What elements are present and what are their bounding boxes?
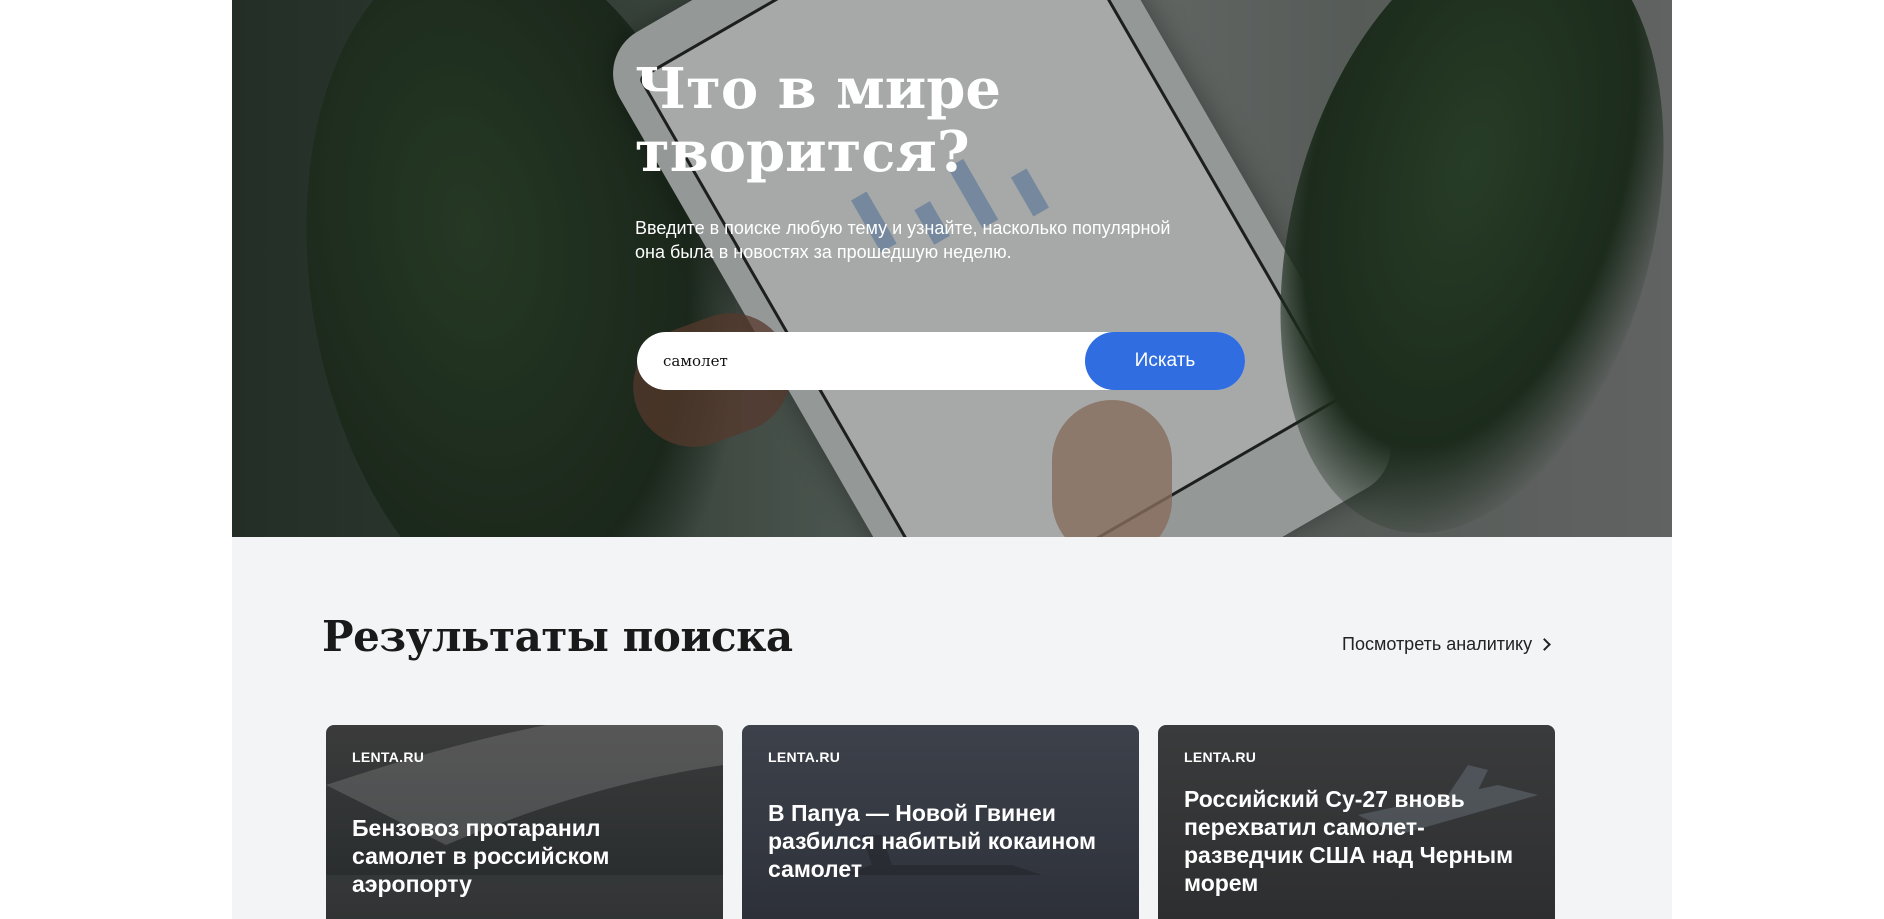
news-source: LENTA.RU	[352, 749, 425, 765]
news-title: Российский Су-27 вновь перехватил самоле…	[1184, 786, 1514, 896]
news-title: Бензовоз протаранил самолет в российском…	[352, 815, 610, 897]
page: Что в мире творится? Введите в поиске лю…	[0, 0, 1884, 919]
search-button[interactable]: Искать	[1085, 332, 1245, 390]
search-input[interactable]	[663, 332, 1083, 390]
news-card[interactable]: LENTA.RU Бензовоз протаранил самолет в р…	[326, 725, 723, 919]
news-source: LENTA.RU	[768, 749, 841, 765]
hero-section: Что в мире творится? Введите в поиске лю…	[232, 0, 1672, 537]
main-container: Что в мире творится? Введите в поиске лю…	[232, 0, 1672, 919]
news-card[interactable]: LENTA.RU Российский Су-27 вновь перехват…	[1158, 725, 1555, 919]
results-title: Результаты поиска	[322, 612, 793, 661]
view-analytics-label: Посмотреть аналитику	[1342, 634, 1533, 654]
results-cards: LENTA.RU Бензовоз протаранил самолет в р…	[326, 725, 1566, 919]
news-source: LENTA.RU	[1184, 749, 1257, 765]
view-analytics-link[interactable]: Посмотреть аналитику	[1342, 634, 1551, 655]
chevron-right-icon	[1538, 638, 1551, 651]
hero-subtitle: Введите в поиске любую тему и узнайте, н…	[635, 218, 1171, 262]
news-title: В Папуа — Новой Гвинеи разбился набитый …	[768, 800, 1097, 882]
news-card[interactable]: LENTA.RU В Папуа — Новой Гвинеи разбился…	[742, 725, 1139, 919]
hero-title: Что в мире творится?	[635, 56, 1002, 185]
